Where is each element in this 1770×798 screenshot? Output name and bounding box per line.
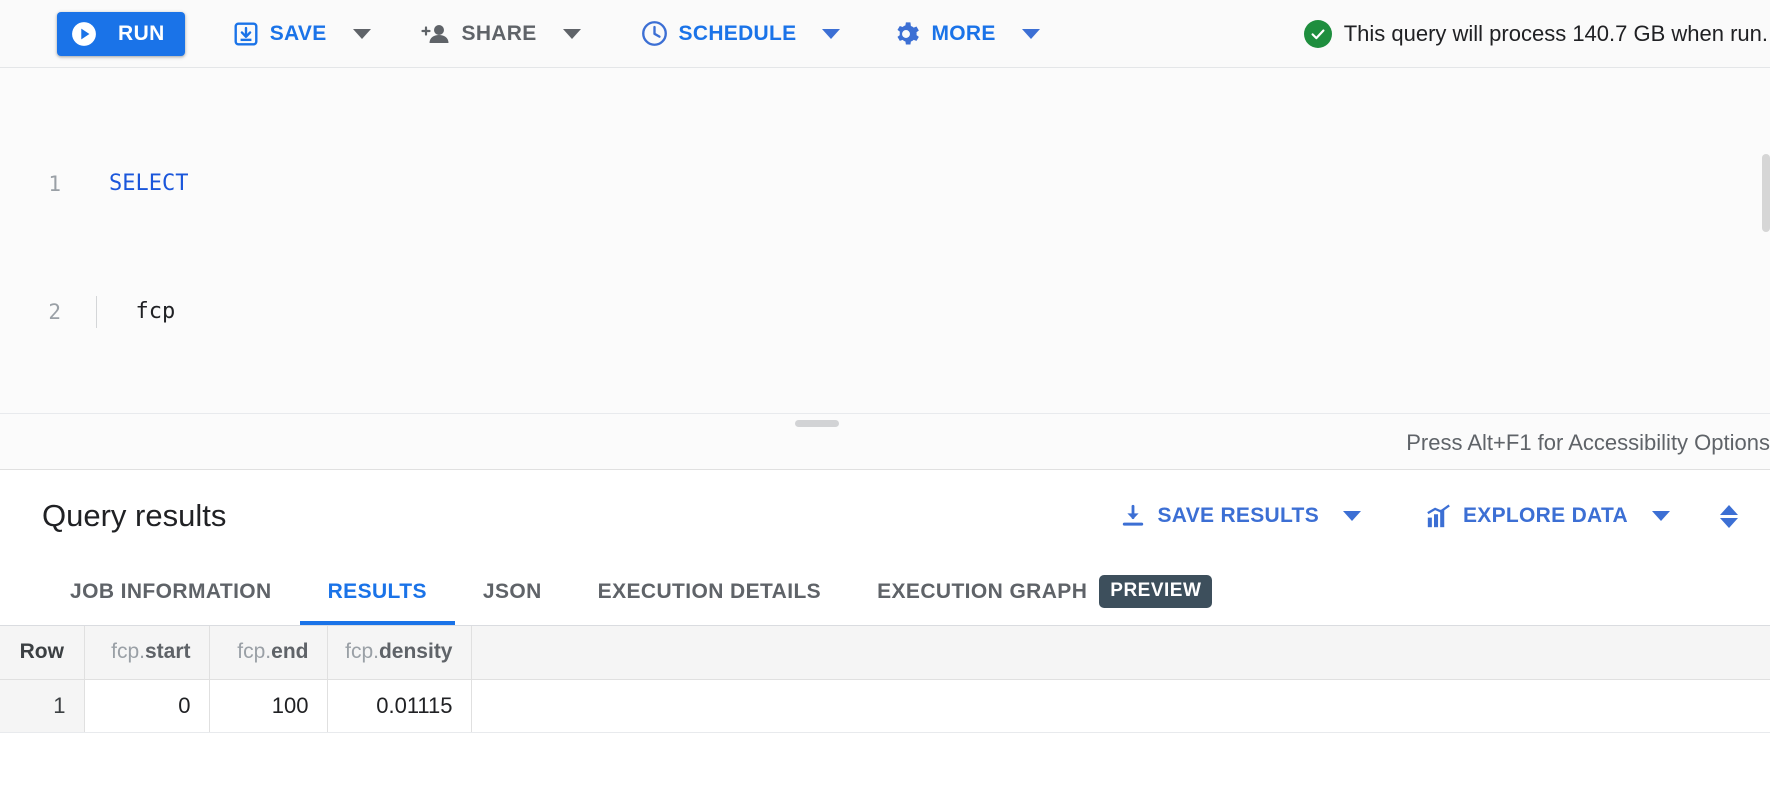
- column-header-label: end: [271, 640, 308, 663]
- tab-job-information[interactable]: JOB INFORMATION: [42, 562, 300, 625]
- person-add-icon: [421, 21, 451, 47]
- more-group: MORE: [882, 12, 1045, 56]
- column-header-fcp-density[interactable]: fcp.density: [327, 626, 471, 679]
- page-title: Query results: [0, 498, 226, 534]
- code-line: 2 fcp: [0, 296, 1770, 328]
- sql-editor[interactable]: 1 SELECT 2 fcp 3 FROM 4 `chrome-ux-repor…: [0, 68, 1770, 414]
- accessibility-hint: Press Alt+F1 for Accessibility Options: [1406, 430, 1770, 456]
- tab-label: EXECUTION GRAPH: [877, 580, 1087, 604]
- check-circle-icon: [1304, 20, 1332, 48]
- results-actions: SAVE RESULTS EXPLORE DATA: [1112, 495, 1748, 537]
- column-header-fcp-start[interactable]: fcp.start: [84, 626, 209, 679]
- run-button[interactable]: RUN: [57, 12, 185, 56]
- column-prefix: fcp.: [345, 640, 379, 663]
- query-size-text: This query will process 140.7 GB when ru…: [1344, 21, 1768, 47]
- schedule-chevron-down-icon[interactable]: [822, 29, 840, 39]
- table-row[interactable]: 1 0 100 0.01115: [0, 679, 1770, 732]
- chevron-up-down-icon[interactable]: [1720, 505, 1738, 528]
- preview-badge: PREVIEW: [1099, 575, 1212, 608]
- results-header: Query results SAVE RESULTS: [0, 470, 1770, 562]
- code-line: 1 SELECT: [0, 168, 1770, 200]
- chart-icon: [1425, 503, 1452, 530]
- explore-data-label: EXPLORE DATA: [1463, 504, 1628, 528]
- schedule-label: SCHEDULE: [679, 22, 797, 46]
- tab-results[interactable]: RESULTS: [300, 562, 455, 625]
- more-label: MORE: [931, 22, 995, 46]
- download-icon: [1120, 503, 1146, 529]
- editor-vertical-scrollbar[interactable]: [1762, 154, 1770, 232]
- bigquery-console: RUN SAVE: [0, 0, 1770, 798]
- tab-label: JSON: [483, 580, 542, 604]
- column-header-fcp-end[interactable]: fcp.end: [209, 626, 327, 679]
- clock-icon: [641, 20, 668, 47]
- tab-execution-details[interactable]: EXECUTION DETAILS: [570, 562, 849, 625]
- chevron-up-part: [1720, 505, 1738, 515]
- cell-filler: [471, 679, 1770, 732]
- line-number: 2: [0, 296, 74, 328]
- save-results-label: SAVE RESULTS: [1157, 504, 1319, 528]
- cell-row-number: 1: [0, 679, 84, 732]
- query-toolbar: RUN SAVE: [0, 0, 1770, 68]
- save-download-icon: [233, 21, 259, 47]
- column-prefix: fcp.: [111, 640, 145, 663]
- save-button[interactable]: SAVE: [223, 12, 337, 56]
- column-header-filler: [471, 626, 1770, 679]
- cell-fcp-start: 0: [84, 679, 209, 732]
- results-tabs: JOB INFORMATION RESULTS JSON EXECUTION D…: [0, 562, 1770, 626]
- schedule-button[interactable]: SCHEDULE: [631, 12, 807, 56]
- cell-fcp-density: 0.01115: [327, 679, 471, 732]
- column-header-label: start: [145, 640, 191, 663]
- more-chevron-down-icon[interactable]: [1022, 29, 1040, 39]
- sql-code[interactable]: 1 SELECT 2 fcp 3 FROM 4 `chrome-ux-repor…: [0, 68, 1770, 414]
- tab-execution-graph[interactable]: EXECUTION GRAPH PREVIEW: [849, 562, 1240, 625]
- share-chevron-down-icon[interactable]: [563, 29, 581, 39]
- line-number: 1: [0, 168, 74, 200]
- tab-label: RESULTS: [328, 580, 427, 604]
- explore-data-group: EXPLORE DATA: [1417, 495, 1676, 537]
- column-header-row[interactable]: Row: [0, 626, 84, 679]
- chevron-down-part: [1720, 518, 1738, 528]
- schedule-group: SCHEDULE: [631, 12, 847, 56]
- results-table: Row fcp.start fcp.end fcp.density 1 0 10…: [0, 626, 1770, 733]
- line-content: SELECT: [97, 168, 188, 200]
- play-circle-icon: [71, 21, 97, 47]
- explore-data-chevron-down-icon[interactable]: [1652, 511, 1670, 521]
- column-prefix: fcp.: [237, 640, 271, 663]
- column-header-label: Row: [20, 640, 64, 663]
- save-chevron-down-icon[interactable]: [353, 29, 371, 39]
- editor-results-splitter: Press Alt+F1 for Accessibility Options: [0, 414, 1770, 470]
- save-results-group: SAVE RESULTS: [1112, 495, 1367, 537]
- save-group: SAVE: [223, 12, 377, 56]
- save-label: SAVE: [270, 22, 327, 46]
- cell-fcp-end: 100: [209, 679, 327, 732]
- sql-keyword: SELECT: [109, 171, 188, 196]
- share-group: SHARE: [411, 12, 587, 56]
- share-button[interactable]: SHARE: [411, 12, 547, 56]
- save-results-chevron-down-icon[interactable]: [1343, 511, 1361, 521]
- tab-json[interactable]: JSON: [455, 562, 570, 625]
- sql-identifier: fcp: [136, 299, 176, 324]
- gear-icon: [892, 20, 920, 48]
- more-button[interactable]: MORE: [882, 12, 1005, 56]
- tab-label: JOB INFORMATION: [70, 580, 272, 604]
- splitter-grip[interactable]: [795, 420, 839, 427]
- tab-label: EXECUTION DETAILS: [598, 580, 821, 604]
- save-results-button[interactable]: SAVE RESULTS: [1112, 495, 1327, 537]
- share-label: SHARE: [462, 22, 537, 46]
- line-content: fcp: [97, 296, 175, 328]
- column-header-label: density: [379, 640, 453, 663]
- table-header-row: Row fcp.start fcp.end fcp.density: [0, 626, 1770, 679]
- explore-data-button[interactable]: EXPLORE DATA: [1417, 495, 1636, 537]
- query-size-notice: This query will process 140.7 GB when ru…: [1304, 20, 1770, 48]
- run-label: RUN: [118, 22, 165, 46]
